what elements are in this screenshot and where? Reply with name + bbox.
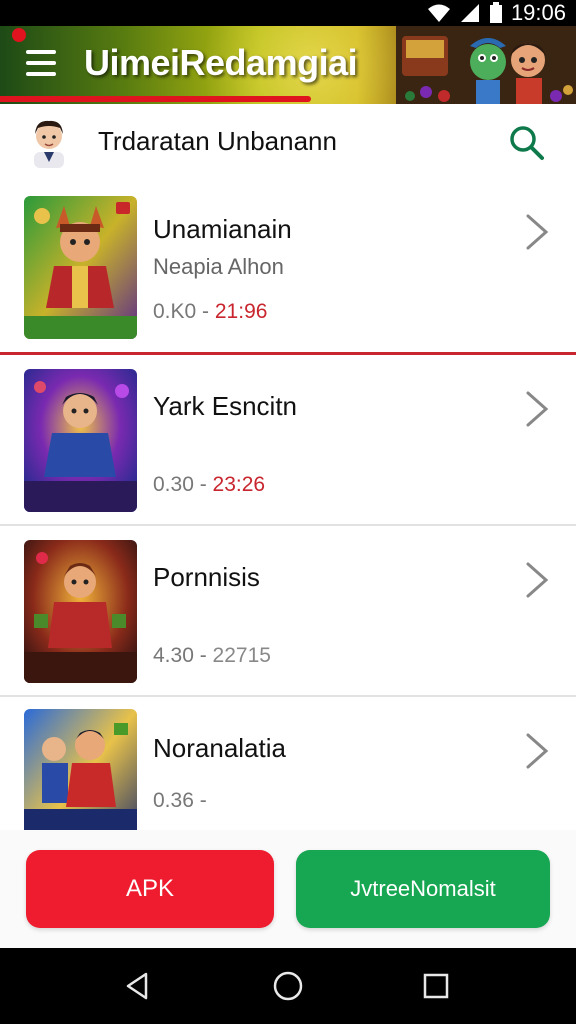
profile-row: Trdaratan Unbanann [0, 104, 576, 176]
item-meta: 4.30 - 22715 [153, 644, 271, 668]
item-subtitle: Neapia Alhon [153, 254, 284, 279]
item-meta-value: 0.36 - [153, 789, 207, 812]
item-meta-time: 21:96 [214, 300, 268, 323]
game-thumbnail [24, 540, 137, 683]
app-title: UimeiRedamgiai [84, 42, 358, 83]
chevron-right-icon[interactable] [522, 389, 552, 429]
header-banner: UimeiRedamgiai [0, 26, 576, 104]
chevron-right-icon[interactable] [522, 731, 552, 771]
item-meta: 0.K0 - 21:96 [153, 300, 267, 324]
status-time: 19:06 [510, 0, 566, 25]
item-meta-time: 22715 [212, 644, 271, 667]
item-meta-value: 0.30 - [153, 473, 207, 496]
battery-icon [489, 2, 502, 23]
item-meta: 0.30 - 23:26 [153, 473, 265, 497]
back-icon[interactable] [120, 968, 156, 1004]
avatar[interactable] [26, 116, 72, 168]
home-icon[interactable] [270, 968, 306, 1004]
item-meta-value: 4.30 - [153, 644, 207, 667]
wifi-icon [427, 4, 450, 22]
secondary-action-button[interactable]: JvtreeNomalsit [296, 850, 550, 928]
list-item[interactable]: Noranalatia 0.36 - [0, 697, 576, 830]
list-item[interactable]: Unamianain Neapia Alhon 0.K0 - 21:96 [0, 180, 576, 355]
list-item[interactable]: Pornnisis 4.30 - 22715 [0, 526, 576, 697]
list-item[interactable]: Yark Esncitn 0.30 - 23:26 [0, 355, 576, 526]
chevron-right-icon[interactable] [522, 212, 552, 252]
status-bar: 19:06 [0, 0, 576, 26]
game-thumbnail [24, 196, 137, 339]
search-icon[interactable] [506, 122, 546, 162]
profile-name: Trdaratan Unbanann [98, 126, 337, 156]
system-nav-bar [0, 948, 576, 1024]
item-meta-value: 0.K0 - [153, 300, 210, 323]
banner-progress-bar [0, 96, 311, 102]
game-thumbnail [24, 369, 137, 512]
item-title: Noranalatia [153, 733, 286, 763]
item-meta-time: 23:26 [212, 473, 266, 496]
item-title: Unamianain [153, 214, 292, 244]
game-thumbnail [24, 709, 137, 830]
item-title: Pornnisis [153, 562, 260, 592]
notification-dot [12, 28, 26, 42]
bottom-action-bar: APK JvtreeNomalsit [0, 830, 576, 948]
item-title: Yark Esncitn [153, 391, 298, 421]
status-icons: 19:06 [427, 0, 566, 26]
item-meta: 0.36 - [153, 789, 207, 813]
apk-button[interactable]: APK [26, 850, 274, 928]
game-list: Unamianain Neapia Alhon 0.K0 - 21:96 Yar… [0, 180, 576, 830]
recents-icon[interactable] [418, 968, 454, 1004]
hamburger-menu-icon[interactable] [26, 50, 56, 76]
chevron-right-icon[interactable] [522, 560, 552, 600]
signal-icon [460, 4, 479, 22]
banner-characters-art [396, 26, 576, 104]
